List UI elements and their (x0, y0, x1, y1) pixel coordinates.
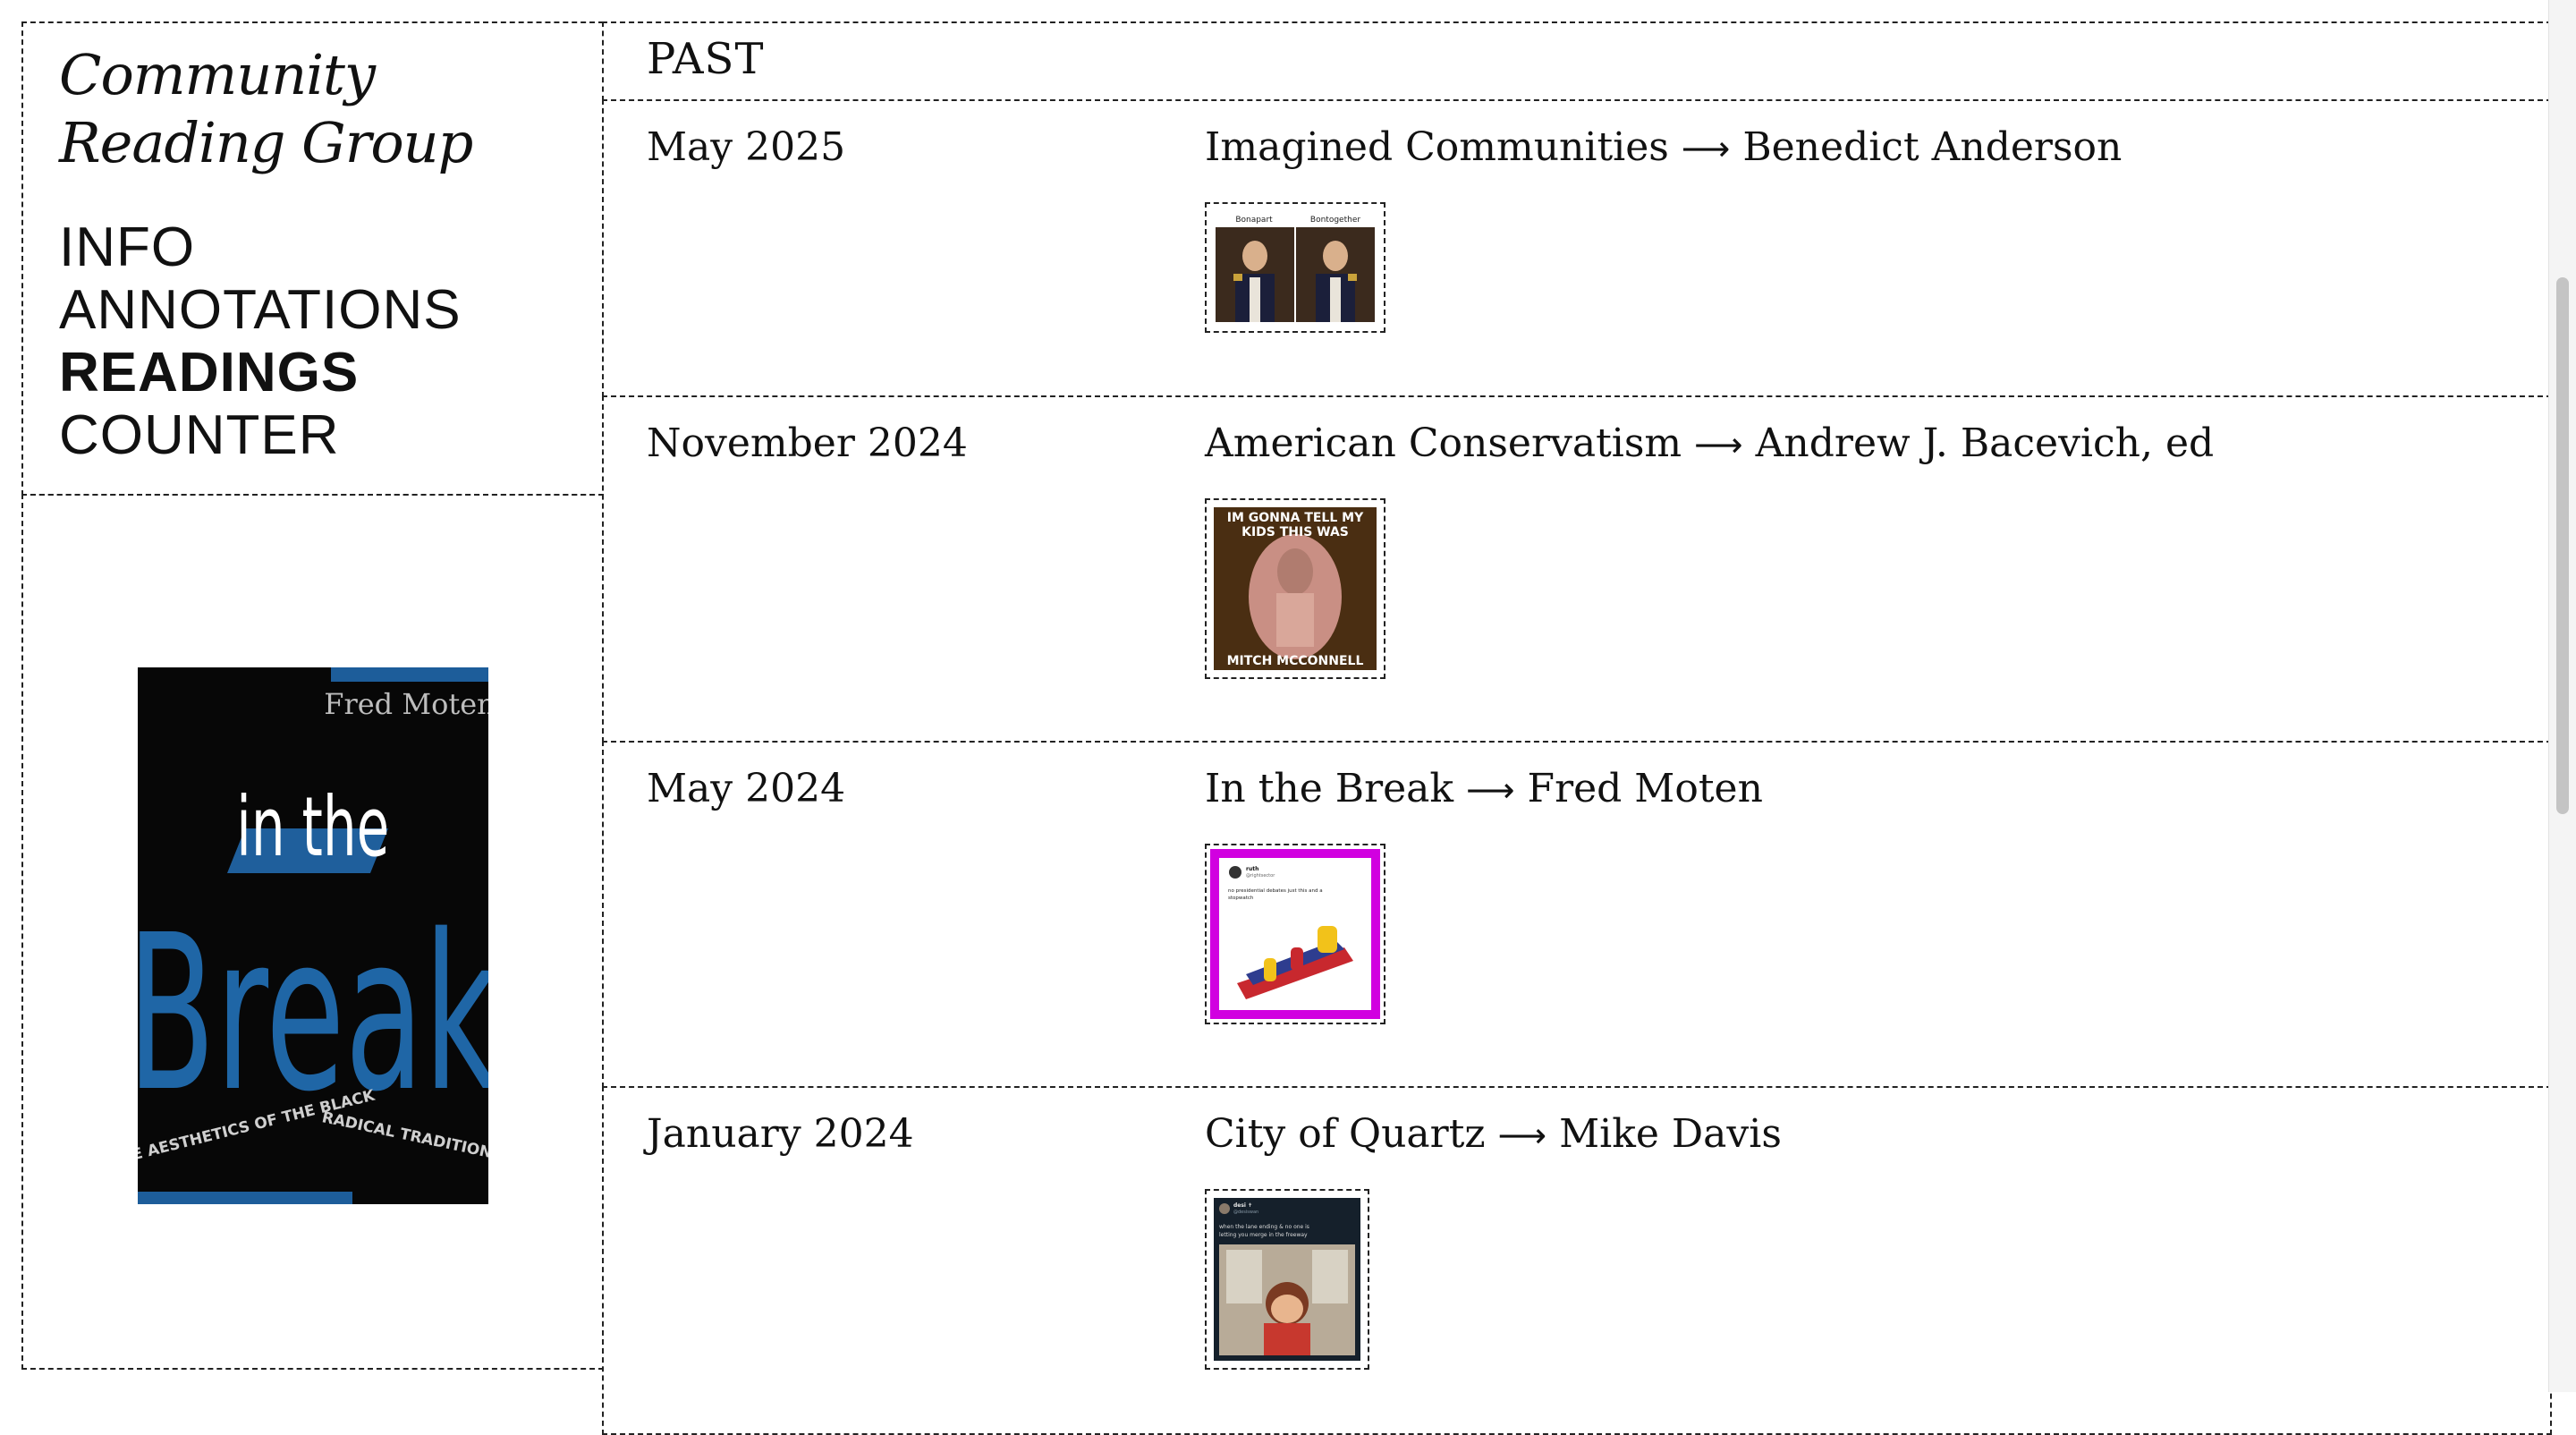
reading-date: May 2024 (647, 766, 846, 811)
mitch-mcconnell-meme-image: IM GONNA TELL MY KIDS THIS WAS MITCH MCC… (1214, 507, 1377, 670)
tweet-text-line2: letting you merge in the freeway (1219, 1232, 1308, 1238)
reading-date: November 2024 (647, 420, 968, 466)
vertical-scrollbar[interactable] (2548, 0, 2576, 1392)
reading-row: May 2025 Imagined Communities ⟶ Benedict… (602, 99, 2552, 397)
site-title-line1: Community (59, 42, 376, 107)
tweet-thumbnail[interactable]: ruth @rightsector no presidential debate… (1205, 844, 1385, 1024)
site-title[interactable]: Community Reading Group (59, 41, 473, 177)
tweet-user: desi ✝ (1233, 1202, 1252, 1209)
meme-bottom-text: MITCH MCCONNELL (1227, 654, 1364, 668)
meme-top-text-2: KIDS THIS WAS (1241, 525, 1349, 539)
reading-row: May 2024 In the Break ⟶ Fred Moten ruth … (602, 741, 2552, 1088)
readings-header: PAST (602, 21, 2552, 101)
napoleon-meme-image: Bonapart Bontogether (1214, 211, 1377, 324)
reading-title-line[interactable]: Imagined Communities ⟶ Benedict Anderson (1205, 124, 2122, 170)
meme-thumbnail[interactable]: Bonapart Bontogether (1205, 202, 1385, 333)
reading-title: City of Quartz (1205, 1111, 1486, 1157)
tweet-text-line1: no presidential debates just this and a (1228, 888, 1323, 894)
main-nav: INFO ANNOTATIONS READINGS COUNTER (59, 217, 462, 467)
reading-author: Benedict Anderson (1742, 124, 2123, 170)
tweet-thumbnail[interactable]: desi ✝ @desiswan when the lane ending & … (1205, 1189, 1369, 1370)
reading-author: Fred Moten (1527, 766, 1763, 811)
cover-author: Fred Moten (324, 687, 488, 721)
site-title-line2: Reading Group (59, 110, 473, 175)
arrow-icon: ⟶ (1466, 770, 1515, 810)
reading-date: January 2024 (647, 1111, 914, 1157)
nav-item-annotations[interactable]: ANNOTATIONS (59, 279, 462, 342)
scrollbar-thumb[interactable] (2556, 277, 2569, 814)
arrow-icon: ⟶ (1497, 1116, 1547, 1155)
tweet-handle: @desiswan (1233, 1210, 1258, 1215)
reading-title-line[interactable]: In the Break ⟶ Fred Moten (1205, 766, 1763, 811)
tweet-handle: @rightsector (1246, 873, 1275, 879)
reading-title: Imagined Communities (1205, 124, 1669, 170)
reading-title: In the Break (1205, 766, 1454, 811)
tweet-text-line1: when the lane ending & no one is (1219, 1224, 1309, 1230)
book-cover-artwork: Fred Moten in the Break THE AESTHETICS O… (138, 667, 488, 1204)
nav-item-counter[interactable]: COUNTER (59, 404, 462, 467)
reading-row: January 2024 City of Quartz ⟶ Mike Davis… (602, 1086, 2552, 1435)
meme-top-text-1: IM GONNA TELL MY (1227, 511, 1364, 525)
tweet-user: ruth (1246, 866, 1258, 872)
freeway-merge-tweet-image: desi ✝ @desiswan when the lane ending & … (1214, 1198, 1360, 1361)
reading-date: May 2025 (647, 124, 846, 170)
tweet-text-line2: stopwatch (1228, 896, 1254, 901)
reading-author: Mike Davis (1559, 1111, 1782, 1157)
reading-title-line[interactable]: American Conservatism ⟶ Andrew J. Bacevi… (1205, 420, 2214, 466)
arrow-icon: ⟶ (1694, 425, 1743, 464)
meme-thumbnail[interactable]: IM GONNA TELL MY KIDS THIS WAS MITCH MCC… (1205, 498, 1385, 679)
reading-author: Andrew J. Bacevich, ed (1755, 420, 2215, 466)
arrow-icon: ⟶ (1681, 129, 1731, 168)
cover-title-top: in the (236, 779, 389, 875)
nav-item-info[interactable]: INFO (59, 217, 462, 279)
past-heading: PAST (647, 34, 765, 84)
site-header: Community Reading Group INFO ANNOTATIONS… (21, 21, 604, 496)
inflatable-obstacle-tweet-image: ruth @rightsector no presidential debate… (1210, 849, 1380, 1019)
reading-title-line[interactable]: City of Quartz ⟶ Mike Davis (1205, 1111, 1782, 1157)
meme-caption-left: Bonapart (1235, 216, 1273, 225)
reading-row: November 2024 American Conservatism ⟶ An… (602, 395, 2552, 743)
reading-title: American Conservatism (1205, 420, 1682, 466)
nav-item-readings[interactable]: READINGS (59, 342, 462, 404)
book-cover-image: Fred Moten in the Break THE AESTHETICS O… (138, 667, 488, 1204)
meme-caption-right: Bontogether (1310, 216, 1360, 225)
feature-panel: Fred Moten in the Break THE AESTHETICS O… (21, 494, 604, 1370)
